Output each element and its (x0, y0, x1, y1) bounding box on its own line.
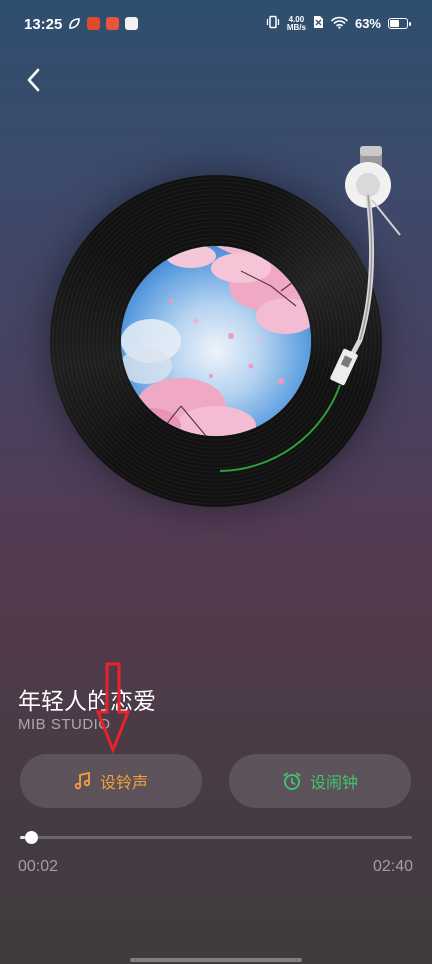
set-alarm-button[interactable]: 设闹钟 (229, 754, 411, 808)
notification-icons (68, 17, 138, 30)
sim-disabled-icon (313, 15, 324, 32)
network-speed: 4.00 MB/s (286, 15, 306, 32)
set-ringtone-button[interactable]: 设铃声 (20, 754, 202, 808)
seek-bar[interactable] (20, 831, 412, 844)
home-indicator[interactable] (130, 958, 302, 962)
current-time: 00:02 (18, 858, 59, 875)
alarm-clock-icon (283, 772, 301, 790)
set-alarm-label: 设闹钟 (309, 773, 358, 792)
leaf-app-icon (68, 17, 81, 30)
total-time: 02:40 (372, 858, 413, 875)
white-app-icon (125, 17, 138, 30)
battery-percent: 63% (354, 16, 381, 31)
orange-app-icon (106, 17, 119, 30)
cherry-blossom-art (121, 246, 311, 436)
status-bar: 13:25 4.00 MB/s 63% (0, 0, 432, 52)
battery-fill (390, 20, 399, 27)
vibrate-icon (266, 15, 280, 32)
seek-track (20, 836, 412, 839)
set-ringtone-label: 设铃声 (99, 773, 148, 792)
seek-thumb[interactable] (25, 831, 39, 844)
network-speed-unit: MB/s (286, 22, 306, 32)
wifi-icon (331, 16, 348, 32)
annotation-arrow (96, 662, 130, 754)
chevron-left-icon (27, 68, 40, 92)
album-art (121, 246, 311, 436)
tonearm (330, 146, 401, 386)
battery-icon (388, 18, 411, 29)
status-time: 13:25 (24, 16, 63, 33)
song-title: 年轻人的恋爱 (18, 689, 156, 715)
status-right: 4.00 MB/s 63% (266, 15, 411, 32)
music-note-icon (74, 772, 91, 790)
back-button[interactable] (18, 64, 50, 96)
red-app-icon (87, 17, 100, 30)
